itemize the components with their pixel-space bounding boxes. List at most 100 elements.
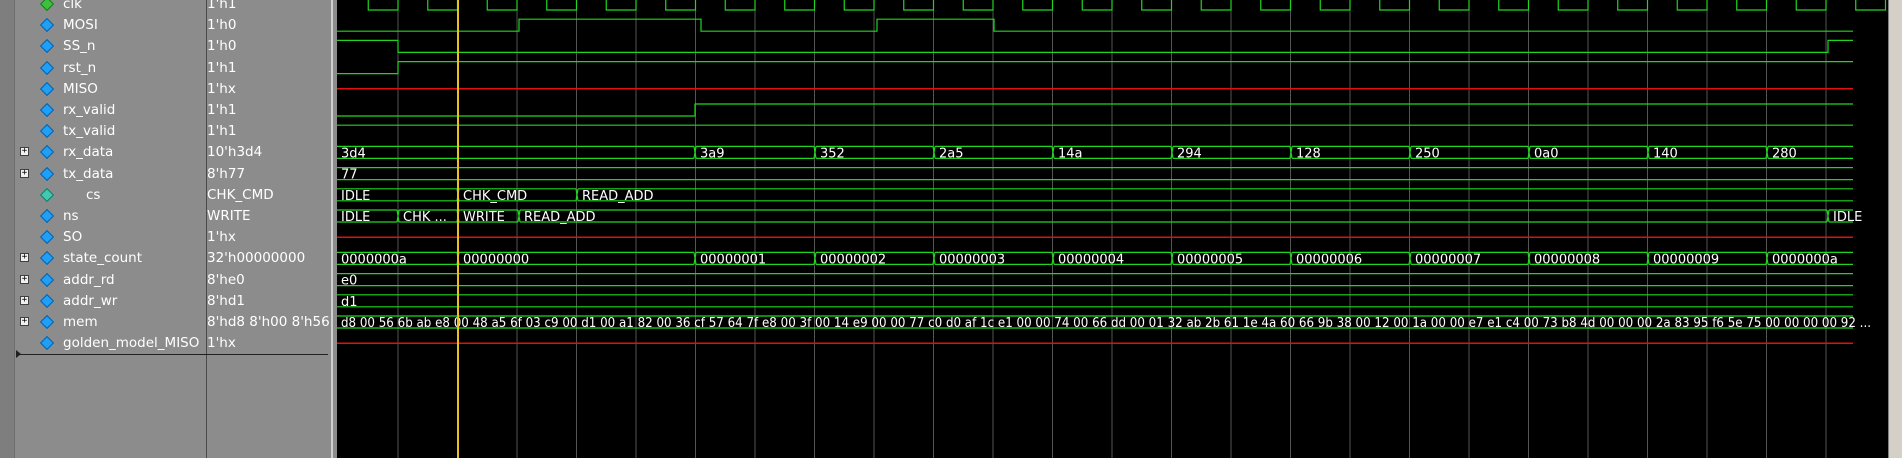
signal-icon <box>39 166 55 181</box>
value-row-tx_data[interactable]: 8'h77 <box>207 164 331 185</box>
bus-value: 2a5 <box>939 146 964 161</box>
bus-value: 14a <box>1058 146 1083 161</box>
value-row-tx_valid[interactable]: 1'h1 <box>207 121 331 142</box>
signal-value: 1'h0 <box>207 38 237 55</box>
signal-row-MOSI[interactable]: MOSI <box>0 15 206 36</box>
signal-icon <box>39 208 55 224</box>
signal-name: mem <box>63 314 98 330</box>
signal-row-SO[interactable]: SO <box>0 227 206 248</box>
value-row-addr_rd[interactable]: 8'he0 <box>207 270 331 291</box>
signal-row-cs[interactable]: cs <box>0 185 206 206</box>
value-row-mem[interactable]: 8'hd8 8'h00 8'h56 ... <box>207 312 331 333</box>
value-row-SO[interactable]: 1'hx <box>207 227 331 248</box>
bus-value: 00000002 <box>820 252 886 267</box>
signal-name: MOSI <box>63 17 98 34</box>
value-row-MISO[interactable]: 1'hx <box>207 79 331 100</box>
bus-value: CHK_CMD <box>463 189 527 204</box>
bit-wave-SS_n <box>337 39 1853 53</box>
signal-row-clk[interactable]: clk <box>0 0 206 15</box>
bus-transition <box>1826 209 1830 223</box>
signal-value: CHK_CMD <box>207 186 274 203</box>
signal-icon <box>39 314 55 330</box>
value-row-rx_data[interactable]: 10'h3d4 <box>207 142 331 163</box>
signal-name: clk <box>63 0 82 12</box>
signal-name: ns <box>63 208 79 224</box>
value-row-rst_n[interactable]: 1'h1 <box>207 58 331 79</box>
bus-value: 250 <box>1415 146 1440 161</box>
bus-value: d8 00 56 6b ab e8 00 48 a5 6f 03 c9 00 d… <box>341 316 1871 331</box>
signal-name: cs <box>86 186 101 203</box>
bus-value: 280 <box>1772 146 1797 161</box>
value-row-state_count[interactable]: 32'h00000000 <box>207 248 331 269</box>
bus-value: IDLE <box>341 189 370 204</box>
expand-icon[interactable]: + <box>20 317 29 326</box>
signal-value: 1'h0 <box>207 17 237 34</box>
signal-icon <box>39 39 55 54</box>
value-row-addr_wr[interactable]: 8'hd1 <box>207 291 331 312</box>
signal-row-golden_model_MISO[interactable]: golden_model_MISO <box>0 333 206 354</box>
signal-row-rx_data[interactable]: + rx_data <box>0 142 206 163</box>
value-row-cs[interactable]: CHK_CMD <box>207 185 331 206</box>
vertical-scrollbar[interactable] <box>1888 0 1902 458</box>
signal-icon <box>39 60 55 75</box>
signal-row-mem[interactable]: + mem <box>0 312 206 333</box>
expand-icon[interactable]: + <box>20 168 29 178</box>
signal-name: addr_wr <box>63 292 118 309</box>
bit-wave-clk <box>367 0 1887 11</box>
signal-row-SS_n[interactable]: SS_n <box>0 36 206 57</box>
bus-value: 140 <box>1653 146 1678 161</box>
value-row-rx_valid[interactable]: 1'h1 <box>207 100 331 121</box>
signal-icon <box>39 81 55 96</box>
bus-value: READ_ADD <box>582 189 654 204</box>
signal-value-pane: 1'h1 1'h0 1'h0 1'h1 1'hx 1'h1 1'h1 10'h3d4 8'h77… <box>207 0 331 458</box>
signal-value: 1'h1 <box>207 59 237 76</box>
bus-value: IDLE <box>1833 210 1862 225</box>
signal-value: 1'hx <box>207 80 236 97</box>
signal-name: rst_n <box>63 59 97 76</box>
bus-value: 0000000a <box>1772 252 1838 267</box>
value-row-SS_n[interactable]: 1'h0 <box>207 36 331 57</box>
bus-value: 00000009 <box>1653 252 1719 267</box>
signal-value: 8'he0 <box>207 271 245 288</box>
state-machine-icon <box>39 187 55 202</box>
signal-name: addr_rd <box>63 271 115 288</box>
bus-value: e0 <box>341 274 357 289</box>
waveform-canvas[interactable]: 3d4 3a9 352 2a5 14a 294 128 250 0a0 140 280 77 IDLE C… <box>337 0 1888 458</box>
signal-icon <box>39 230 55 245</box>
bus-value: 00000001 <box>700 252 766 267</box>
value-row-ns[interactable]: WRITE <box>207 206 331 227</box>
signal-row-MISO[interactable]: MISO <box>0 79 206 100</box>
expand-icon[interactable]: + <box>20 147 29 157</box>
signal-row-rst_n[interactable]: rst_n <box>0 58 206 79</box>
signal-row-addr_wr[interactable]: + addr_wr <box>0 291 206 312</box>
bus-value: 00000000 <box>463 252 529 267</box>
expand-icon[interactable]: + <box>20 274 29 284</box>
bit-wave-rx_valid <box>337 103 1853 117</box>
signal-row-addr_rd[interactable]: + addr_rd <box>0 270 206 291</box>
expand-icon[interactable]: + <box>20 253 29 263</box>
signal-icon <box>39 272 55 287</box>
waveform-pane[interactable]: 3d4 3a9 352 2a5 14a 294 128 250 0a0 140 280 77 IDLE C… <box>337 0 1888 458</box>
bus-transition <box>517 209 521 223</box>
value-row-clk[interactable]: 1'h1 <box>207 0 331 15</box>
value-row-golden_model_MISO[interactable]: 1'hx <box>207 333 331 354</box>
signal-value: 8'h77 <box>207 165 246 182</box>
signal-value: 1'hx <box>207 335 236 352</box>
bus-value: 00000004 <box>1058 252 1124 267</box>
bit-wave-rst_n <box>337 61 1853 75</box>
value-row-MOSI[interactable]: 1'h0 <box>207 15 331 36</box>
signal-row-tx_data[interactable]: + tx_data <box>0 164 206 185</box>
bus-value: READ_ADD <box>524 210 596 225</box>
signal-name: rx_valid <box>63 102 116 118</box>
signal-row-state_count[interactable]: + state_count <box>0 248 206 269</box>
signal-value: 1'hx <box>207 229 236 246</box>
signal-value: 32'h00000000 <box>207 250 306 267</box>
bus-value: 352 <box>820 146 845 161</box>
signal-row-rx_valid[interactable]: rx_valid <box>0 100 206 121</box>
bus-value: 00000006 <box>1296 252 1362 267</box>
signal-row-tx_valid[interactable]: tx_valid <box>0 121 206 142</box>
signal-name: MISO <box>63 80 98 97</box>
signal-row-ns[interactable]: ns <box>0 206 206 227</box>
expand-icon[interactable]: + <box>20 295 29 305</box>
signal-icon <box>39 293 55 308</box>
